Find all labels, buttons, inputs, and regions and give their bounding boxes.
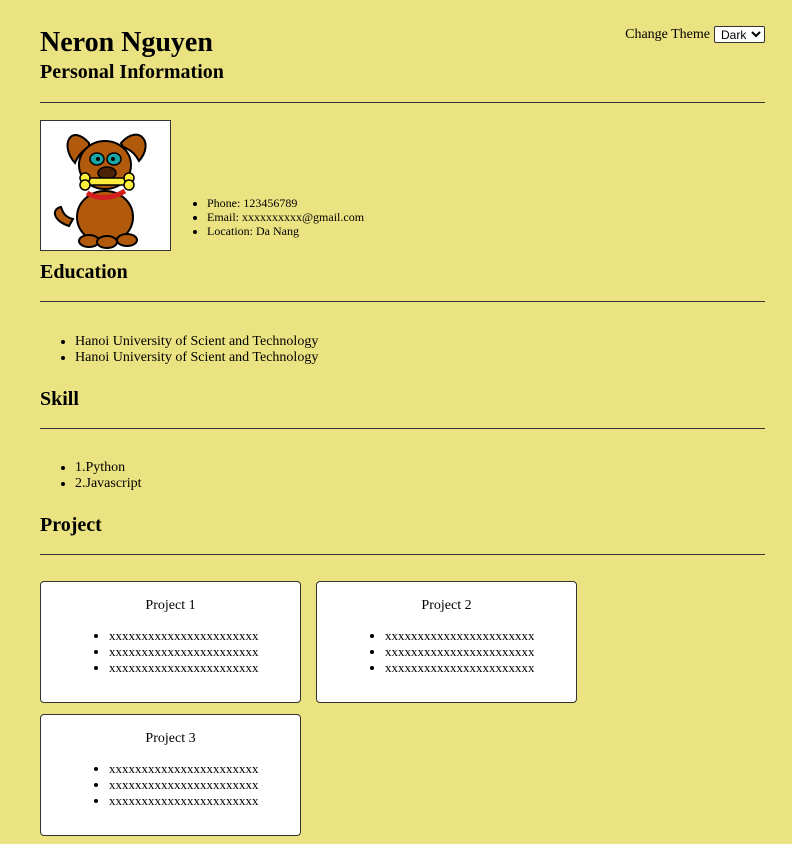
contact-location: Location: Da Nang <box>207 224 364 238</box>
list-item: Hanoi University of Scient and Technolog… <box>75 334 318 350</box>
education-list: Hanoi University of Scient and Technolog… <box>60 334 318 366</box>
divider <box>40 301 765 302</box>
project-card: Project 1 xxxxxxxxxxxxxxxxxxxxxxx xxxxxx… <box>40 581 301 703</box>
list-item: xxxxxxxxxxxxxxxxxxxxxxx <box>385 628 535 644</box>
project-card: Project 3 xxxxxxxxxxxxxxxxxxxxxxx xxxxxx… <box>40 714 301 836</box>
section-title-skill: Skill <box>40 388 79 410</box>
divider <box>40 428 765 429</box>
divider <box>40 102 765 103</box>
list-item: xxxxxxxxxxxxxxxxxxxxxxx <box>109 793 259 809</box>
list-item: 2.Javascript <box>75 476 141 492</box>
project-title: Project 3 <box>145 731 196 746</box>
project-items: xxxxxxxxxxxxxxxxxxxxxxx xxxxxxxxxxxxxxxx… <box>370 628 535 676</box>
project-title: Project 2 <box>421 598 472 613</box>
list-item: xxxxxxxxxxxxxxxxxxxxxxx <box>109 644 259 660</box>
list-item: xxxxxxxxxxxxxxxxxxxxxxx <box>109 628 259 644</box>
dog-icon <box>53 133 147 249</box>
project-items: xxxxxxxxxxxxxxxxxxxxxxx xxxxxxxxxxxxxxxx… <box>94 761 259 809</box>
project-items: xxxxxxxxxxxxxxxxxxxxxxx xxxxxxxxxxxxxxxx… <box>94 628 259 676</box>
list-item: xxxxxxxxxxxxxxxxxxxxxxx <box>385 660 535 676</box>
list-item: 1.Python <box>75 460 141 476</box>
project-card: Project 2 xxxxxxxxxxxxxxxxxxxxxxx xxxxxx… <box>316 581 577 703</box>
project-title: Project 1 <box>145 598 196 613</box>
person-name: Neron Nguyen <box>40 27 213 58</box>
contact-phone: Phone: 123456789 <box>207 196 364 210</box>
list-item: Hanoi University of Scient and Technolog… <box>75 350 318 366</box>
section-title-education: Education <box>40 261 128 283</box>
list-item: xxxxxxxxxxxxxxxxxxxxxxx <box>385 644 535 660</box>
contact-list: Phone: 123456789 Email: xxxxxxxxxx@gmail… <box>192 196 364 238</box>
avatar <box>40 120 171 251</box>
skill-list: 1.Python 2.Javascript <box>60 460 141 492</box>
list-item: xxxxxxxxxxxxxxxxxxxxxxx <box>109 660 259 676</box>
theme-switcher: Change Theme Dark <box>625 26 765 43</box>
divider <box>40 554 765 555</box>
contact-email: Email: xxxxxxxxxx@gmail.com <box>207 210 364 224</box>
list-item: xxxxxxxxxxxxxxxxxxxxxxx <box>109 777 259 793</box>
list-item: xxxxxxxxxxxxxxxxxxxxxxx <box>109 761 259 777</box>
theme-select[interactable]: Dark <box>714 26 765 43</box>
theme-label: Change Theme <box>625 26 710 42</box>
section-title-personal: Personal Information <box>40 61 224 83</box>
section-title-project: Project <box>40 514 102 536</box>
